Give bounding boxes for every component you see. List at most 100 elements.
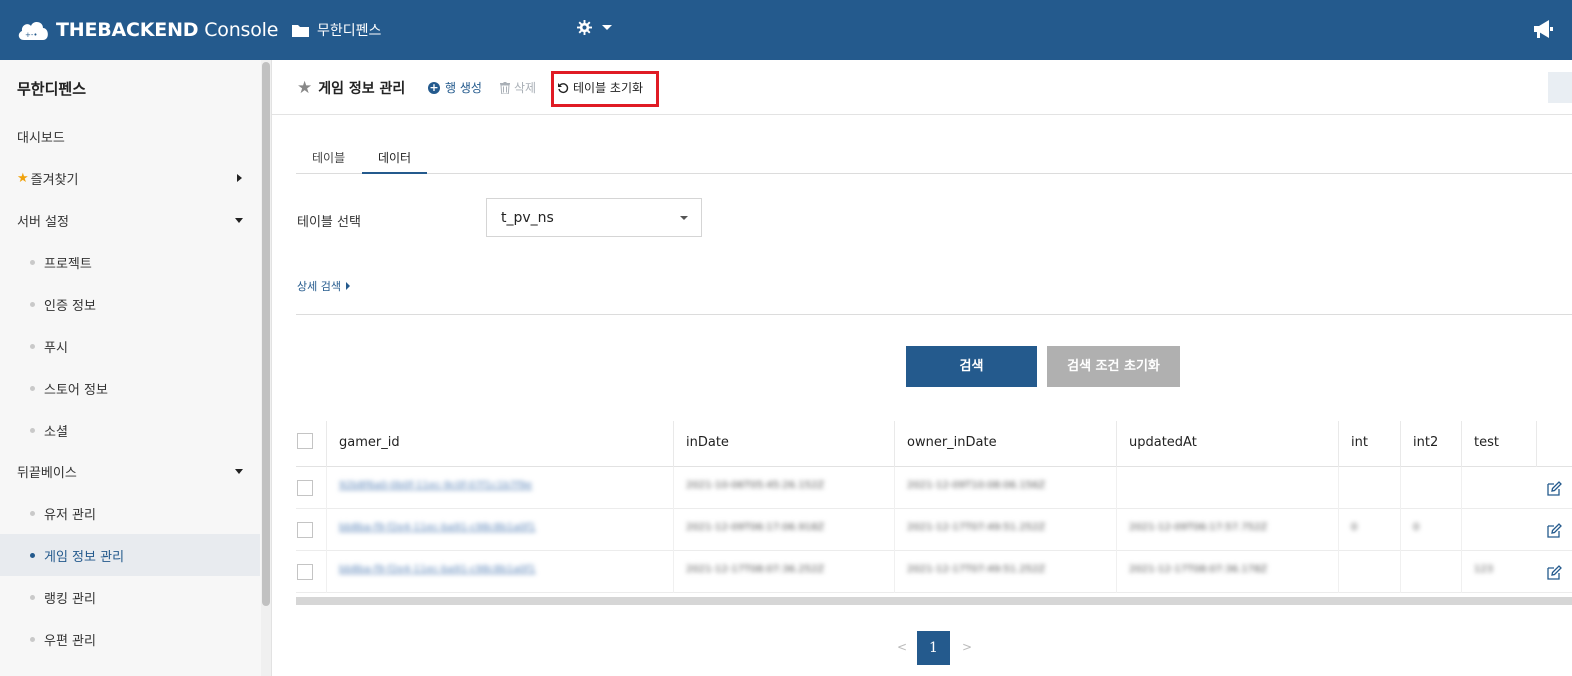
- sidebar-item-favorites[interactable]: ★ 즐겨찾기: [0, 157, 260, 199]
- column-header-actions: [1536, 421, 1572, 467]
- bullet-icon: [30, 552, 35, 558]
- column-header-test[interactable]: test: [1461, 421, 1536, 467]
- sidebar-scrollbar[interactable]: [261, 60, 271, 676]
- tab-table[interactable]: 테이블: [312, 141, 345, 174]
- column-header-updatedat[interactable]: updatedAt: [1116, 421, 1338, 467]
- top-bar: +-• THEBACKEND Console 무한디펜스: [0, 0, 1572, 60]
- bullet-icon: [30, 427, 35, 433]
- edit-icon[interactable]: [1546, 523, 1562, 539]
- chevron-right-icon: [237, 174, 242, 182]
- sidebar-item-project[interactable]: 프로젝트: [0, 241, 260, 283]
- cell-test: 123: [1474, 564, 1494, 575]
- console-logo[interactable]: +-• THEBACKEND Console: [16, 16, 278, 44]
- sidebar-item-backend-base[interactable]: 뒤끝베이스: [0, 450, 260, 492]
- gamer-id-link[interactable]: bb8ba-f9-f2e4-11ec-ba91-c98c8b1a0f1: [339, 564, 536, 575]
- table-row: bb8ba-f9-f2e4-11ec-ba91-c98c8b1a0f1 2021…: [296, 509, 1572, 551]
- project-selector[interactable]: 무한디펜스: [292, 20, 381, 40]
- data-table: gamer_id inDate owner_inDate updatedAt i…: [296, 421, 1572, 605]
- next-page-button[interactable]: >: [962, 640, 972, 654]
- edit-icon[interactable]: [1546, 481, 1562, 497]
- bullet-icon: [30, 385, 35, 391]
- cell-owner-indate: 2021-12-17T07:49:51.252Z: [907, 522, 1046, 533]
- chevron-right-icon: [345, 282, 350, 290]
- star-icon: ★: [17, 170, 29, 186]
- sidebar-item-user-management[interactable]: 유저 관리: [0, 492, 260, 534]
- favorite-star-icon[interactable]: ★: [297, 78, 312, 98]
- gamer-id-link[interactable]: 92b8f6a0-0b0f-11ec-9c0f-07f1c1b7f9e: [339, 480, 532, 491]
- column-header-owner-indate[interactable]: owner_inDate: [894, 421, 1116, 467]
- reset-table-highlight: [551, 71, 659, 107]
- bullet-icon: [30, 301, 35, 307]
- cell-updatedat: 2021-12-09T06:17:57.752Z: [1129, 522, 1268, 533]
- page-title: ★ 게임 정보 관리: [297, 78, 406, 98]
- sidebar-item-mail-management[interactable]: 우편 관리: [0, 618, 260, 660]
- advanced-search-toggle[interactable]: 상세 검색: [297, 278, 350, 294]
- sidebar-item-server-settings[interactable]: 서버 설정: [0, 199, 260, 241]
- pagination: < 1 >: [894, 631, 974, 665]
- sidebar-item-game-info-management[interactable]: 게임 정보 관리: [0, 534, 260, 576]
- sidebar-item-auth-info[interactable]: 인증 정보: [0, 283, 260, 325]
- create-row-button[interactable]: + 행 생성: [428, 79, 482, 96]
- cell-indate: 2021-12-09T06:17:06.918Z: [686, 522, 825, 533]
- table-row: bb8ba-f9-f2e4-11ec-ba91-c98c8b1a0f1 2021…: [296, 551, 1572, 593]
- row-checkbox[interactable]: [297, 564, 313, 580]
- gamer-id-link[interactable]: bb8ba-f9-f2e4-11ec-ba91-c98c8b1a0f1: [339, 522, 536, 533]
- page-header: ★ 게임 정보 관리 + 행 생성 삭제 테이블 초기화: [272, 60, 1572, 115]
- select-all-checkbox[interactable]: [297, 433, 313, 449]
- search-button[interactable]: 검색: [906, 346, 1037, 387]
- tab-data[interactable]: 데이터: [362, 141, 427, 174]
- sidebar-item-push[interactable]: 푸시: [0, 325, 260, 367]
- row-checkbox[interactable]: [297, 522, 313, 538]
- plus-circle-icon: +: [428, 80, 440, 94]
- chevron-down-icon: [602, 25, 612, 30]
- gear-icon: [577, 20, 592, 35]
- table-select[interactable]: t_pv_ns: [486, 198, 702, 237]
- cell-int2: 0: [1413, 522, 1420, 533]
- cloud-logo-icon: +-•: [18, 22, 48, 40]
- content-tabs: 테이블 데이터: [296, 141, 1572, 174]
- settings-menu[interactable]: [577, 20, 612, 35]
- table-select-value: t_pv_ns: [501, 210, 554, 226]
- column-header-indate[interactable]: inDate: [673, 421, 894, 467]
- table-horizontal-scrollbar[interactable]: [296, 597, 1572, 605]
- header-side-button[interactable]: [1548, 72, 1572, 103]
- bullet-icon: [30, 594, 35, 600]
- logo-text: THEBACKEND Console: [56, 19, 279, 41]
- sidebar-item-store-info[interactable]: 스토어 정보: [0, 367, 260, 409]
- page-number-button[interactable]: 1: [917, 631, 950, 665]
- bullet-icon: [30, 343, 35, 349]
- bullet-icon: [30, 259, 35, 265]
- chevron-down-icon: [235, 469, 243, 474]
- sidebar-item-social[interactable]: 소셜: [0, 409, 260, 451]
- folder-icon: [292, 24, 309, 37]
- sidebar-item-ranking-management[interactable]: 랭킹 관리: [0, 576, 260, 618]
- bullet-icon: [30, 636, 35, 642]
- cell-owner-indate: 2021-12-09T10:08:06.156Z: [907, 480, 1046, 491]
- table-row: 92b8f6a0-0b0f-11ec-9c0f-07f1c1b7f9e 2021…: [296, 467, 1572, 509]
- trash-icon: [500, 81, 510, 94]
- project-name: 무한디펜스: [317, 23, 382, 39]
- column-header-int2[interactable]: int2: [1400, 421, 1461, 467]
- column-header-int[interactable]: int: [1338, 421, 1400, 467]
- cell-indate: 2021-10-06T05:45:26.152Z: [686, 480, 825, 491]
- row-checkbox[interactable]: [297, 480, 313, 496]
- prev-page-button[interactable]: <: [897, 640, 907, 654]
- edit-icon[interactable]: [1546, 565, 1562, 581]
- delete-button[interactable]: 삭제: [500, 79, 536, 96]
- bullet-icon: [30, 510, 35, 516]
- sidebar-scroll-thumb[interactable]: [262, 62, 270, 606]
- table-select-label: 테이블 선택: [297, 215, 361, 230]
- megaphone-icon[interactable]: [1532, 18, 1554, 40]
- sidebar-project-title: 무한디펜스: [17, 80, 87, 98]
- sidebar: 무한디펜스 대시보드 ★ 즐겨찾기 서버 설정 프로젝트 인증 정보 푸시 스토…: [0, 60, 272, 676]
- sidebar-item-dashboard[interactable]: 대시보드: [0, 115, 260, 157]
- divider: [296, 314, 1572, 315]
- cell-int: 0: [1351, 522, 1358, 533]
- cell-indate: 2021-12-17T08:07:36.252Z: [686, 564, 825, 575]
- chevron-down-icon: [680, 216, 688, 220]
- table-header: gamer_id inDate owner_inDate updatedAt i…: [296, 421, 1572, 467]
- cell-updatedat: 2021-12-17T08:07:36.178Z: [1129, 564, 1268, 575]
- column-header-gamer-id[interactable]: gamer_id: [326, 421, 673, 467]
- reset-conditions-button[interactable]: 검색 조건 초기화: [1047, 346, 1180, 387]
- cell-owner-indate: 2021-12-17T07:49:51.252Z: [907, 564, 1046, 575]
